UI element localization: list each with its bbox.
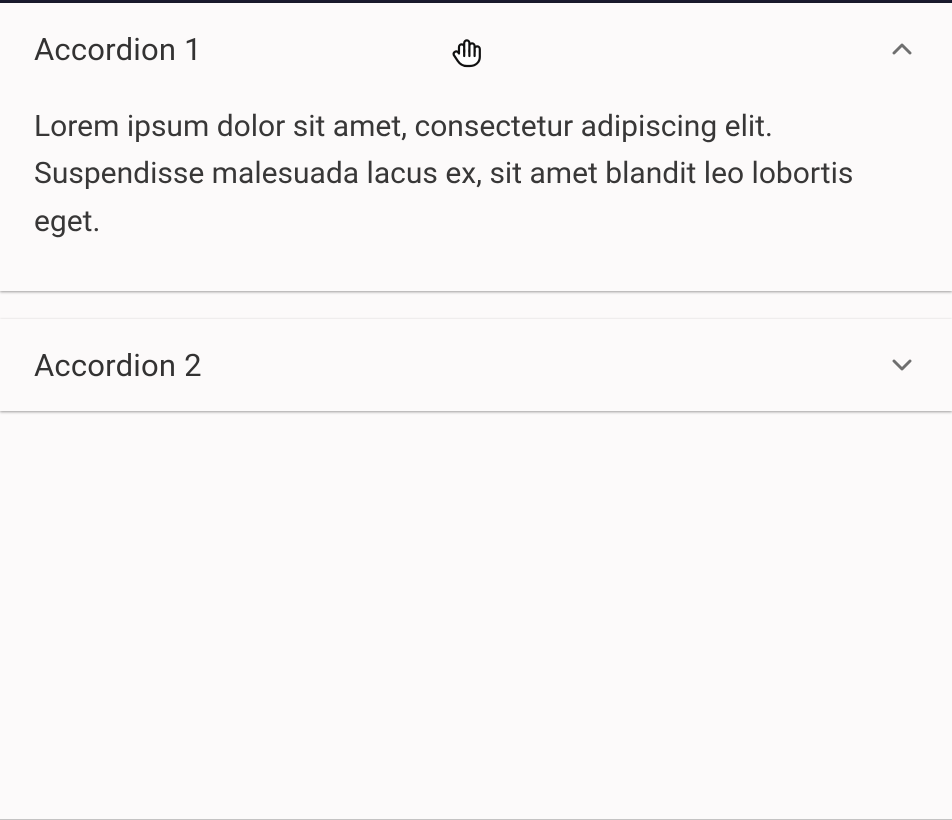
chevron-up-icon [886, 33, 918, 65]
chevron-down-icon [886, 349, 918, 381]
accordion-body-text-1: Lorem ipsum dolor sit amet, consectetur … [34, 103, 894, 245]
accordion-panel-1: Accordion 1 Lorem ipsum dolor sit amet, … [0, 3, 952, 291]
accordion-body-1: Lorem ipsum dolor sit amet, consectetur … [0, 95, 952, 291]
accordion-title-2: Accordion 2 [34, 347, 202, 384]
accordion-panel-2: Accordion 2 [0, 319, 952, 411]
accordion-title-1: Accordion 1 [34, 31, 202, 68]
accordion-header-2[interactable]: Accordion 2 [0, 319, 952, 411]
accordion-header-1[interactable]: Accordion 1 [0, 3, 952, 95]
